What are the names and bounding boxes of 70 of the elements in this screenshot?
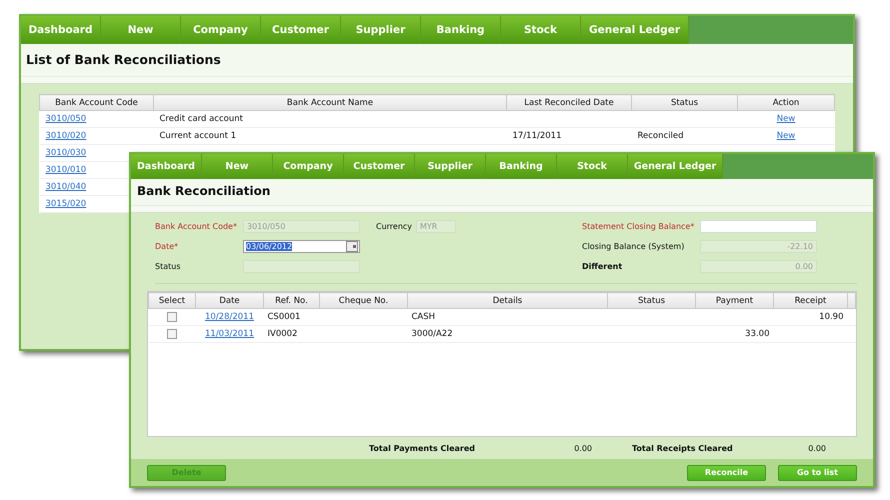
total-label: Total Receipts Cleared (632, 444, 734, 452)
calendar-icon[interactable] (346, 240, 358, 252)
column-header: Status (632, 94, 738, 110)
nav-tab[interactable]: Company (181, 16, 261, 44)
column-header: Receipt (774, 292, 848, 308)
new-link[interactable]: New (776, 114, 796, 124)
nav-tab[interactable]: Supplier (341, 16, 421, 44)
go-to-list-button[interactable]: Go to list (778, 464, 857, 480)
total-label: Total Payments Cleared (369, 444, 476, 452)
column-header: Status (608, 292, 696, 308)
field-label: Date* (155, 242, 180, 250)
nav-tab[interactable]: Stock (557, 154, 628, 179)
nav-tab[interactable]: Customer (344, 154, 415, 179)
select-checkbox[interactable] (167, 312, 177, 322)
nav-tab[interactable]: New (101, 16, 181, 44)
column-header: Cheque No. (320, 292, 408, 308)
ref-number: IV0002 (268, 329, 298, 339)
field-label: Status (155, 262, 182, 270)
account-code-link[interactable]: 3010/010 (46, 165, 86, 175)
account-code-link[interactable]: 3010/030 (46, 148, 86, 158)
nav-tab[interactable]: Company (273, 154, 344, 179)
nav-tab[interactable]: Banking (421, 16, 501, 44)
account-name: Current account 1 (160, 131, 236, 141)
receipt-amount: 10.90 (819, 312, 844, 322)
nav-tab[interactable]: General Ledger (628, 154, 723, 179)
nav-tab[interactable]: Supplier (415, 154, 486, 179)
account-code-link[interactable]: 3015/020 (46, 199, 86, 209)
account-code-link[interactable]: 3010/040 (46, 182, 86, 192)
column-header: Bank Account Code (40, 94, 154, 110)
select-checkbox[interactable] (167, 328, 177, 339)
nav-tab[interactable]: New (202, 154, 273, 179)
field-label: Currency (376, 222, 414, 230)
column-header: Ref. No. (264, 292, 320, 308)
total-value: 0.00 (573, 444, 592, 452)
column-header: Details (408, 292, 608, 308)
field-label: Different (582, 262, 624, 270)
column-header: Select (148, 292, 196, 308)
nav-tab[interactable]: Banking (486, 154, 557, 179)
new-link[interactable]: New (776, 131, 796, 141)
column-header: Bank Account Name (154, 94, 506, 110)
nav-tab[interactable]: Dashboard (21, 16, 101, 44)
date-link[interactable]: 10/28/2011 (205, 312, 254, 322)
reconciled-date: 17/11/2011 (512, 131, 562, 141)
column-header: Action (738, 94, 834, 110)
page-title: List of Bank Reconciliations (21, 44, 853, 76)
field-label: Closing Balance (System) (582, 242, 686, 250)
column-header: Last Reconciled Date (506, 94, 632, 110)
details-text: CASH (412, 312, 436, 322)
account-name: Credit card account (160, 114, 243, 124)
amount-field[interactable] (700, 220, 817, 232)
details-text: 3000/A22 (412, 329, 453, 339)
field-label: Statement Closing Balance* (582, 222, 696, 230)
status-text: Reconciled (638, 131, 684, 141)
account-code-link[interactable]: 3010/020 (46, 131, 86, 141)
column-header: Payment (696, 292, 774, 308)
nav-tab[interactable]: Dashboard (131, 154, 202, 179)
account-code-link[interactable]: 3010/050 (46, 114, 86, 124)
column-header: Date (196, 292, 264, 308)
date-field[interactable]: 03/06/2012 (243, 240, 360, 252)
field-label: Bank Account Code* (155, 222, 238, 230)
ref-number: CS0001 (268, 312, 300, 322)
nav-tab[interactable]: Stock (501, 16, 581, 44)
nav-tab[interactable]: General Ledger (581, 16, 689, 44)
total-value: 0.00 (807, 444, 826, 452)
payment-amount: 33.00 (745, 329, 770, 339)
date-value: 03/06/2012 (246, 242, 292, 250)
page-title: Bank Reconciliation (131, 179, 873, 205)
nav-tab[interactable]: Customer (261, 16, 341, 44)
reconcile-button[interactable]: Reconcile (687, 464, 766, 480)
date-link[interactable]: 11/03/2011 (205, 329, 254, 339)
